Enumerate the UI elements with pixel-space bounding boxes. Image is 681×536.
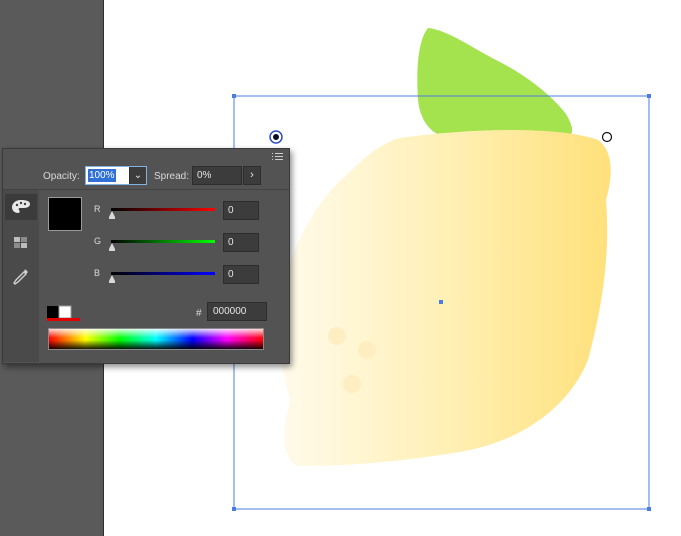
selection-handle[interactable] bbox=[232, 507, 236, 511]
panel-menu-icon[interactable] bbox=[272, 153, 283, 162]
swatches-grid-icon[interactable] bbox=[5, 230, 37, 256]
spread-input[interactable]: 0% bbox=[192, 166, 242, 185]
color-spectrum-bar[interactable] bbox=[48, 328, 264, 350]
current-color-swatch[interactable] bbox=[48, 197, 82, 231]
green-slider-row: G 0 bbox=[93, 233, 263, 253]
panel-divider bbox=[3, 189, 289, 190]
blue-slider-track[interactable] bbox=[111, 272, 215, 275]
lemon-spot bbox=[328, 327, 346, 345]
center-point[interactable] bbox=[439, 300, 443, 304]
opacity-spread-row: Opacity: 100% ⌄ Spread: 0% › bbox=[3, 163, 289, 189]
selection-handle[interactable] bbox=[647, 94, 651, 98]
blue-value-input[interactable]: 0 bbox=[223, 265, 259, 284]
lemon-leaf[interactable] bbox=[417, 28, 573, 136]
red-slider-thumb[interactable] bbox=[109, 211, 115, 219]
opacity-label: Opacity: bbox=[43, 171, 80, 182]
green-slider-thumb[interactable] bbox=[109, 243, 115, 251]
spread-label: Spread: bbox=[154, 171, 190, 182]
hex-value-input[interactable]: 000000 bbox=[207, 302, 267, 321]
chevron-right-icon[interactable]: › bbox=[243, 166, 261, 185]
lemon-spot bbox=[358, 341, 376, 359]
none-black-white-swatches[interactable] bbox=[46, 304, 80, 322]
gradient-end-handle[interactable] bbox=[601, 131, 613, 143]
green-channel-label: G bbox=[94, 236, 102, 246]
selection-handle[interactable] bbox=[232, 94, 236, 98]
opacity-value[interactable]: 100% bbox=[88, 169, 116, 182]
selection-handle[interactable] bbox=[647, 507, 651, 511]
eyedropper-icon[interactable] bbox=[5, 264, 37, 290]
color-panel: Opacity: 100% ⌄ Spread: 0% › R 0 G 0 B 0… bbox=[2, 148, 290, 364]
lemon-spot bbox=[343, 375, 361, 393]
red-slider-row: R 0 bbox=[93, 201, 263, 221]
opacity-input[interactable]: 100% ⌄ bbox=[85, 166, 147, 185]
chevron-down-icon[interactable]: ⌄ bbox=[129, 167, 146, 184]
green-value-input[interactable]: 0 bbox=[223, 233, 259, 252]
hex-hash-label: # bbox=[196, 308, 202, 319]
blue-slider-row: B 0 bbox=[93, 265, 263, 285]
lemon-body[interactable] bbox=[277, 130, 611, 466]
blue-channel-label: B bbox=[94, 268, 101, 278]
red-channel-label: R bbox=[94, 204, 101, 214]
panel-sidebar bbox=[3, 190, 39, 362]
red-value-input[interactable]: 0 bbox=[223, 201, 259, 220]
red-slider-track[interactable] bbox=[111, 208, 215, 211]
green-slider-track[interactable] bbox=[111, 240, 215, 243]
gradient-origin-dot bbox=[273, 134, 279, 140]
palette-icon[interactable] bbox=[5, 194, 37, 220]
blue-slider-thumb[interactable] bbox=[109, 275, 115, 283]
